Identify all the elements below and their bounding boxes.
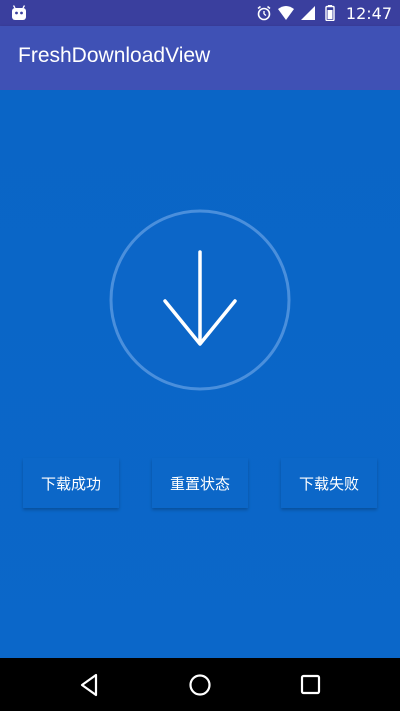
status-time: 12:47 <box>345 3 392 23</box>
content-area: 下载成功 重置状态 下载失败 <box>0 90 400 658</box>
home-icon[interactable] <box>187 672 213 698</box>
back-icon[interactable] <box>77 672 103 698</box>
download-circle <box>109 209 291 391</box>
reset-state-button[interactable]: 重置状态 <box>152 458 248 508</box>
screen: 12:47 FreshDownloadView 下载成功 重置状态 下载失败 <box>0 0 400 711</box>
fresh-download-view[interactable] <box>108 208 292 392</box>
battery-icon <box>322 5 338 22</box>
android-robot-icon <box>10 4 28 22</box>
app-title: FreshDownloadView <box>18 44 211 67</box>
navigation-bar <box>0 658 400 711</box>
signal-icon <box>300 5 316 21</box>
download-success-button[interactable]: 下载成功 <box>23 458 119 508</box>
status-bar: 12:47 <box>0 0 400 26</box>
status-icons: 12:47 <box>256 0 392 26</box>
app-bar: FreshDownloadView <box>0 26 400 90</box>
wifi-icon <box>277 5 294 21</box>
recents-icon[interactable] <box>298 672 324 698</box>
action-buttons: 下载成功 重置状态 下载失败 <box>0 458 400 510</box>
download-fail-button[interactable]: 下载失败 <box>281 458 377 508</box>
alarm-icon <box>256 5 272 21</box>
